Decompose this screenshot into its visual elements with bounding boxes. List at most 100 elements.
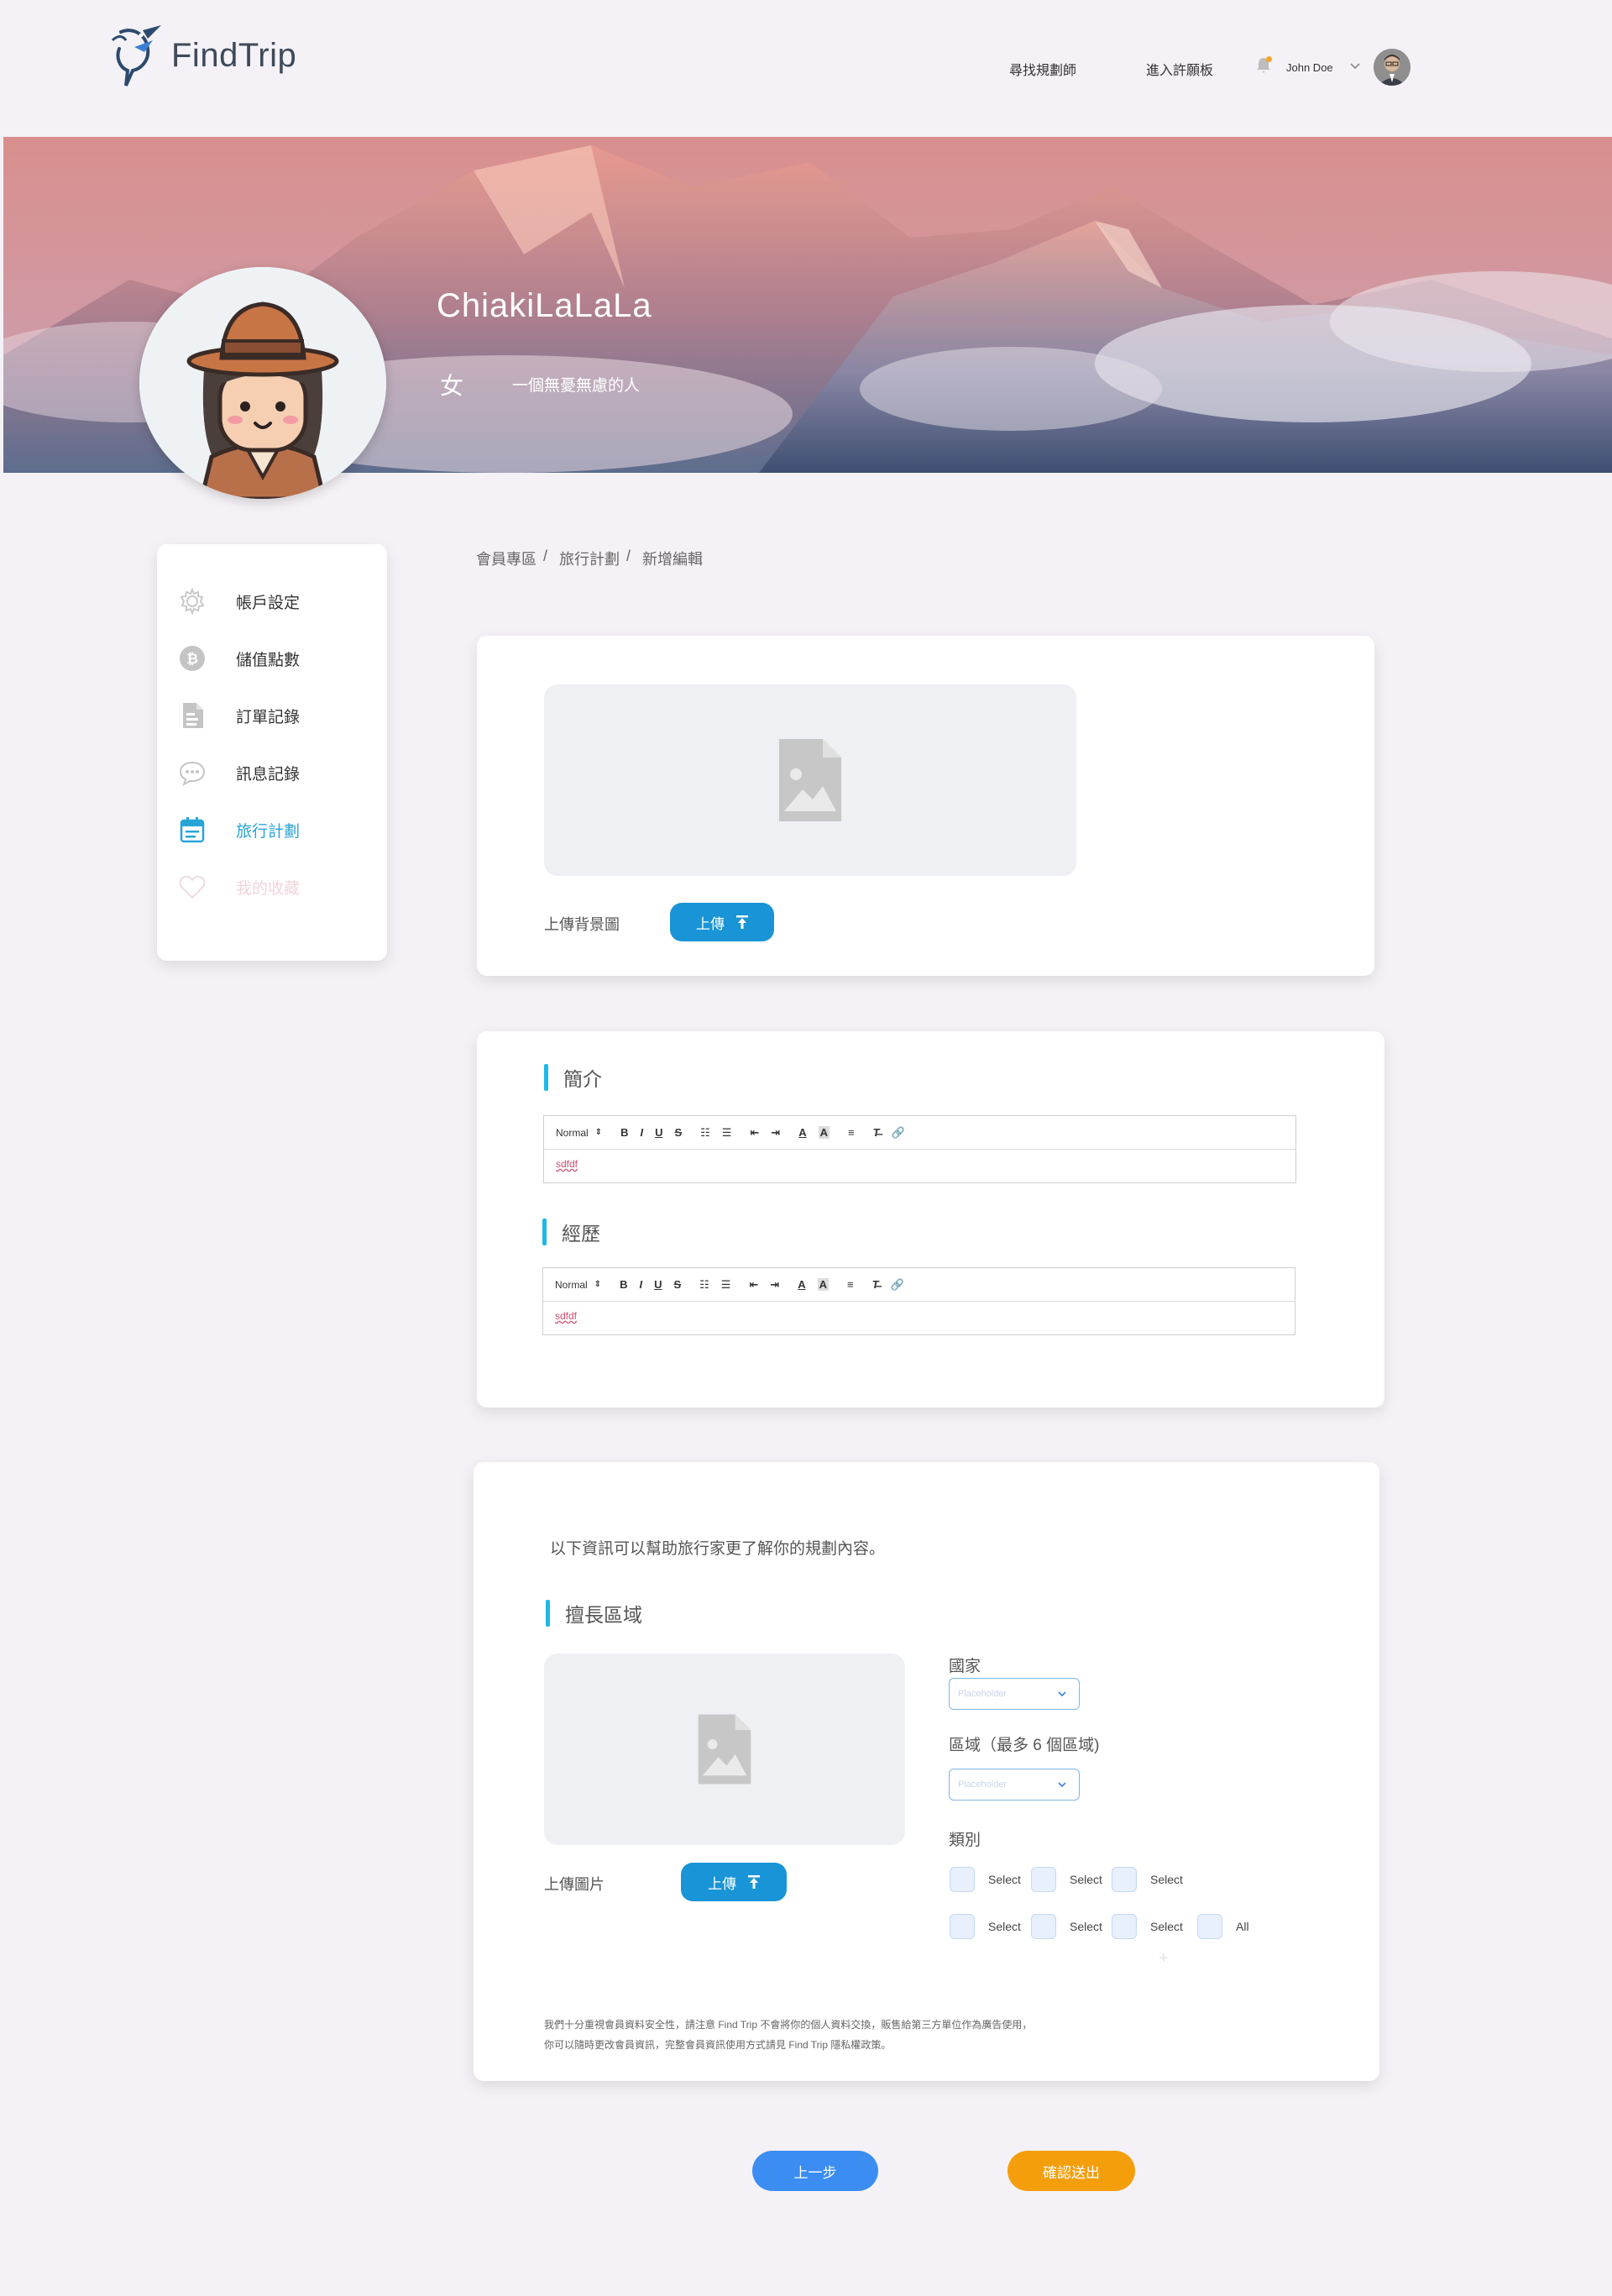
brand-logo[interactable]: FindTrip <box>109 24 296 87</box>
link-icon[interactable]: 🔗 <box>891 1278 904 1292</box>
experience-editor-content[interactable]: sdfdf <box>543 1302 1295 1335</box>
sidebar-item-top-up-points[interactable]: ₿ 儲值點數 <box>177 642 300 675</box>
format-select[interactable]: Normal <box>555 1279 588 1291</box>
category-checkbox[interactable]: Select <box>1112 1914 1183 1939</box>
breadcrumb: 會員專區 / 旅行計劃 / 新增編輯 <box>476 548 703 569</box>
section-accent-bar <box>542 1219 547 1245</box>
notification-dot <box>1266 56 1272 62</box>
notification-bell-icon[interactable] <box>1256 56 1272 78</box>
sidebar-item-order-history[interactable]: 訂單記錄 <box>177 699 300 732</box>
format-select-arrows-icon[interactable]: ⇕ <box>594 1280 601 1289</box>
text-color-icon[interactable]: A <box>798 1126 806 1139</box>
format-select-arrows-icon[interactable]: ⇕ <box>595 1128 602 1137</box>
sidebar-item-label: 訂單記錄 <box>236 708 301 726</box>
background-color-icon[interactable]: A <box>818 1126 830 1139</box>
heart-icon <box>177 872 207 902</box>
breadcrumb-member-area[interactable]: 會員專區 <box>476 548 536 569</box>
profile-text-card: 簡介 Normal ⇕ B I U S ☷ ☰ ⇤ ⇥ A A ≡ T̶ 🔗 s… <box>477 1031 1384 1407</box>
outdent-icon[interactable]: ⇤ <box>750 1126 759 1140</box>
italic-button[interactable]: I <box>640 1126 643 1139</box>
nav-find-planner[interactable]: 尋找規劃師 <box>1009 59 1076 79</box>
background-color-icon[interactable]: A <box>817 1278 830 1291</box>
section-title-experience: 經歷 <box>542 1218 600 1246</box>
checkbox-square[interactable] <box>1197 1914 1222 1939</box>
format-select[interactable]: Normal <box>556 1127 589 1139</box>
bold-button[interactable]: B <box>620 1278 627 1291</box>
background-image-preview[interactable] <box>544 684 1076 876</box>
user-avatar[interactable] <box>1374 49 1410 86</box>
underline-button[interactable]: U <box>654 1278 662 1291</box>
category-checkbox-all[interactable]: All <box>1197 1914 1249 1939</box>
disclaimer-line: 你可以隨時更改會員資訊，完整會員資訊使用方式請見 Find Trip 隱私權政策… <box>544 2039 892 2051</box>
add-category-icon[interactable]: + <box>1159 1949 1169 1968</box>
country-select[interactable]: Placeholder <box>949 1678 1080 1710</box>
ordered-list-icon[interactable]: ☷ <box>700 1126 710 1140</box>
indent-icon[interactable]: ⇥ <box>771 1126 780 1140</box>
category-checkbox[interactable]: Select <box>1031 1867 1102 1892</box>
sidebar-item-message-history[interactable]: 訊息記錄 <box>177 756 300 789</box>
strike-button[interactable]: S <box>673 1278 681 1291</box>
brand-name: FindTrip <box>171 36 297 74</box>
ordered-list-icon[interactable]: ☷ <box>699 1278 709 1292</box>
calendar-icon <box>177 815 207 845</box>
nav-wish-board[interactable]: 進入許願板 <box>1146 59 1213 79</box>
breadcrumb-travel-plans[interactable]: 旅行計劃 <box>559 548 620 569</box>
section-title-text: 簡介 <box>563 1068 602 1090</box>
checkbox-square[interactable] <box>950 1867 975 1892</box>
category-checkbox[interactable]: Select <box>1112 1867 1183 1892</box>
align-icon[interactable]: ≡ <box>847 1278 854 1291</box>
underline-button[interactable]: U <box>655 1126 662 1139</box>
upload-background-button[interactable]: 上傳 <box>670 903 774 941</box>
outdent-icon[interactable]: ⇤ <box>749 1278 758 1292</box>
confirm-submit-button[interactable]: 確認送出 <box>1008 2151 1135 2191</box>
area-select-placeholder: Placeholder <box>958 1780 1008 1790</box>
chevron-down-icon <box>1058 1691 1066 1697</box>
align-icon[interactable]: ≡ <box>848 1126 855 1139</box>
image-placeholder-icon <box>698 1714 751 1785</box>
sidebar-item-label: 訊息記錄 <box>236 765 301 784</box>
profile-avatar[interactable] <box>139 267 386 499</box>
sidebar-item-label: 旅行計劃 <box>236 822 301 841</box>
sidebar-item-favorites[interactable]: 我的收藏 <box>177 870 300 904</box>
sidebar-item-account-settings[interactable]: 帳戶設定 <box>177 584 300 618</box>
section-accent-bar <box>546 1600 550 1627</box>
bullet-list-icon[interactable]: ☰ <box>722 1126 732 1140</box>
country-label: 國家 <box>949 1658 981 1675</box>
checkbox-square[interactable] <box>1031 1914 1056 1939</box>
area-select[interactable]: Placeholder <box>949 1769 1080 1801</box>
upload-region-image-button[interactable]: 上傳 <box>681 1863 787 1901</box>
user-name[interactable]: John Doe <box>1286 61 1333 74</box>
checkbox-square[interactable] <box>1112 1914 1137 1939</box>
svg-text:₿: ₿ <box>186 651 198 667</box>
italic-button[interactable]: I <box>639 1278 642 1291</box>
bullet-list-icon[interactable]: ☰ <box>721 1278 731 1292</box>
background-image-card: 上傳背景圖 上傳 <box>477 636 1374 976</box>
bold-button[interactable]: B <box>620 1126 628 1139</box>
privacy-disclaimer: 我們十分重視會員資料安全性，請注意 Find Trip 不會將你的個人資料交換，… <box>544 2015 1032 2055</box>
checkbox-label: Select <box>1150 1873 1183 1886</box>
intro-editor-content[interactable]: sdfdf <box>544 1150 1295 1183</box>
section-title-text: 擅長區域 <box>565 1604 642 1626</box>
link-icon[interactable]: 🔗 <box>892 1126 905 1140</box>
checkbox-square[interactable] <box>1031 1867 1056 1892</box>
category-checkbox[interactable]: Select <box>950 1914 1021 1939</box>
sidebar-item-label: 帳戶設定 <box>236 594 301 612</box>
checkbox-square[interactable] <box>1112 1867 1137 1892</box>
sidebar-item-label: 儲值點數 <box>236 651 301 669</box>
chat-bubble-icon <box>177 757 207 788</box>
experience-rich-text-editor[interactable]: Normal ⇕ B I U S ☷ ☰ ⇤ ⇥ A A ≡ T̶ 🔗 sdfd… <box>542 1267 1295 1335</box>
category-checkbox[interactable]: Select <box>1031 1914 1102 1939</box>
region-image-preview[interactable] <box>544 1654 905 1845</box>
indent-icon[interactable]: ⇥ <box>770 1278 779 1292</box>
text-color-icon[interactable]: A <box>798 1278 805 1291</box>
strike-button[interactable]: S <box>674 1126 682 1139</box>
sidebar-item-travel-plans[interactable]: 旅行計劃 <box>177 813 300 847</box>
intro-rich-text-editor[interactable]: Normal ⇕ B I U S ☷ ☰ ⇤ ⇥ A A ≡ T̶ 🔗 sdfd… <box>543 1115 1296 1183</box>
sidebar-item-label: 我的收藏 <box>236 879 301 898</box>
category-checkbox[interactable]: Select <box>950 1867 1021 1892</box>
previous-step-button[interactable]: 上一步 <box>752 2151 878 2191</box>
clear-format-icon[interactable]: T̶ <box>872 1278 879 1291</box>
clear-format-icon[interactable]: T̶ <box>873 1126 880 1139</box>
checkbox-square[interactable] <box>950 1914 975 1939</box>
chevron-down-icon[interactable] <box>1349 60 1361 72</box>
